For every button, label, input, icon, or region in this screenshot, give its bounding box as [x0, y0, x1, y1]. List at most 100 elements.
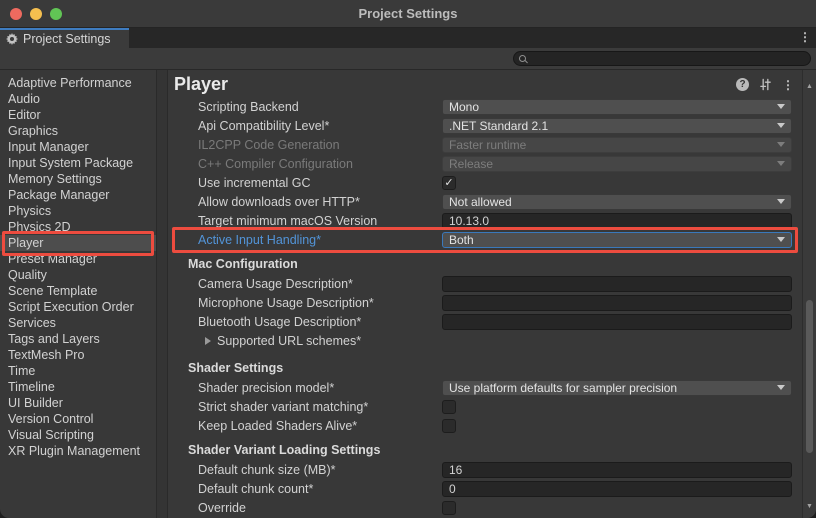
dropdown[interactable]: Mono [442, 99, 792, 115]
sidebar-item-scene-template[interactable]: Scene Template [0, 283, 156, 299]
tab-project-settings[interactable]: Project Settings [0, 28, 129, 48]
sidebar-item-player[interactable]: Player [0, 235, 156, 251]
sidebar-item-services[interactable]: Services [0, 315, 156, 331]
text-field[interactable]: 10.13.0 [442, 213, 792, 229]
vertical-scrollbar[interactable]: ▲ ▼ [802, 70, 816, 518]
tab-label: Project Settings [23, 32, 111, 46]
text-field[interactable]: 0 [442, 481, 792, 497]
section-header: Shader Settings [168, 359, 802, 378]
tabstrip-menu-kebab-icon[interactable]: ⋮ [799, 31, 811, 43]
setting-control: Not allowed [442, 194, 792, 210]
checkbox[interactable] [442, 400, 456, 414]
sidebar-item-script-execution-order[interactable]: Script Execution Order [0, 299, 156, 315]
content-menu-kebab-icon[interactable]: ⋮ [782, 79, 794, 91]
checkbox[interactable]: ✓ [442, 176, 456, 190]
sidebar-item-label: Graphics [8, 124, 58, 138]
sidebar-item-audio[interactable]: Audio [0, 91, 156, 107]
setting-label: Scripting Backend [168, 100, 442, 114]
sidebar-item-tags-and-layers[interactable]: Tags and Layers [0, 331, 156, 347]
text-field[interactable] [442, 276, 792, 292]
page-title: Player [174, 74, 736, 94]
sidebar-item-input-manager[interactable]: Input Manager [0, 139, 156, 155]
sidebar-item-label: Time [8, 364, 35, 378]
section-header: Mac Configuration [168, 255, 802, 274]
checkbox[interactable] [442, 501, 456, 515]
sidebar-item-timeline[interactable]: Timeline [0, 379, 156, 395]
sidebar-item-label: Audio [8, 92, 40, 106]
setting-label: Keep Loaded Shaders Alive* [168, 419, 442, 433]
setting-control: 16 [442, 462, 792, 478]
setting-control [442, 295, 792, 311]
text-field[interactable] [442, 295, 792, 311]
dropdown-value: Both [449, 233, 474, 247]
setting-label: Override [168, 501, 442, 515]
sidebar-item-preset-manager[interactable]: Preset Manager [0, 251, 156, 267]
setting-row: Shader precision model* Use platform def… [168, 378, 802, 397]
sidebar-item-package-manager[interactable]: Package Manager [0, 187, 156, 203]
sidebar-item-physics-2d[interactable]: Physics 2D [0, 219, 156, 235]
sidebar-item-visual-scripting[interactable]: Visual Scripting [0, 427, 156, 443]
foldout-label: Supported URL schemes* [217, 334, 361, 348]
dropdown-value: Mono [449, 100, 479, 114]
text-field[interactable]: 16 [442, 462, 792, 478]
setting-control [442, 400, 792, 414]
dropdown[interactable]: Not allowed [442, 194, 792, 210]
sidebar-item-label: XR Plugin Management [8, 444, 140, 458]
setting-label: Use incremental GC [168, 176, 442, 190]
sidebar-item-ui-builder[interactable]: UI Builder [0, 395, 156, 411]
search-icon [519, 55, 526, 62]
sidebar-item-version-control[interactable]: Version Control [0, 411, 156, 427]
setting-control: Use platform defaults for sampler precis… [442, 380, 792, 396]
dropdown[interactable]: .NET Standard 2.1 [442, 118, 792, 134]
dropdown[interactable]: Release [442, 156, 792, 172]
setting-row: Use incremental GC ✓ [168, 173, 802, 192]
setting-row: Strict shader variant matching* [168, 397, 802, 416]
scroll-down-arrow-icon[interactable]: ▼ [803, 503, 816, 511]
sidebar-item-editor[interactable]: Editor [0, 107, 156, 123]
presets-icon[interactable] [759, 78, 772, 91]
setting-control: ✓ [442, 176, 792, 190]
dropdown[interactable]: Faster runtime [442, 137, 792, 153]
sidebar-item-graphics[interactable]: Graphics [0, 123, 156, 139]
sidebar-item-adaptive-performance[interactable]: Adaptive Performance [0, 75, 156, 91]
setting-control: 0 [442, 481, 792, 497]
sidebar-item-time[interactable]: Time [0, 363, 156, 379]
sidebar-item-label: Tags and Layers [8, 332, 100, 346]
setting-control: Mono [442, 99, 792, 115]
project-settings-window: Project Settings Project Settings ⋮ Adap… [0, 0, 816, 518]
sidebar-item-label: Version Control [8, 412, 93, 426]
close-button[interactable] [10, 8, 22, 20]
setting-row: C++ Compiler Configuration Release [168, 154, 802, 173]
settings-rows: Scripting Backend Mono Api Compatibility… [168, 97, 802, 517]
sidebar-item-label: Quality [8, 268, 47, 282]
search-box[interactable] [513, 51, 811, 66]
sidebar-item-label: Editor [8, 108, 41, 122]
sidebar-item-quality[interactable]: Quality [0, 267, 156, 283]
setting-label: Target minimum macOS Version [168, 214, 442, 228]
sidebar-item-textmesh-pro[interactable]: TextMesh Pro [0, 347, 156, 363]
scrollbar-thumb[interactable] [806, 300, 813, 453]
zoom-button[interactable] [50, 8, 62, 20]
sidebar-item-input-system-package[interactable]: Input System Package [0, 155, 156, 171]
sidebar-splitter[interactable] [157, 70, 168, 518]
scroll-up-arrow-icon[interactable]: ▲ [803, 83, 816, 91]
dropdown[interactable]: Use platform defaults for sampler precis… [442, 380, 792, 396]
help-icon[interactable]: ? [736, 78, 749, 91]
setting-row: Override [168, 498, 802, 517]
setting-label: Bluetooth Usage Description* [168, 315, 442, 329]
text-field[interactable] [442, 314, 792, 330]
minimize-button[interactable] [30, 8, 42, 20]
sidebar-item-label: Scene Template [8, 284, 97, 298]
settings-sidebar: Adaptive PerformanceAudioEditorGraphicsI… [0, 70, 157, 518]
search-input[interactable] [530, 52, 810, 65]
checkbox[interactable] [442, 419, 456, 433]
sidebar-item-memory-settings[interactable]: Memory Settings [0, 171, 156, 187]
setting-row: Active Input Handling* Both [168, 230, 802, 249]
setting-row: Microphone Usage Description* [168, 293, 802, 312]
dropdown[interactable]: Both [442, 232, 792, 248]
setting-label: IL2CPP Code Generation [168, 138, 442, 152]
sidebar-item-xr-plugin-management[interactable]: XR Plugin Management [0, 443, 156, 459]
text-field-value: 10.13.0 [449, 214, 489, 228]
sidebar-item-physics[interactable]: Physics [0, 203, 156, 219]
foldout-row[interactable]: Supported URL schemes* [168, 331, 802, 350]
